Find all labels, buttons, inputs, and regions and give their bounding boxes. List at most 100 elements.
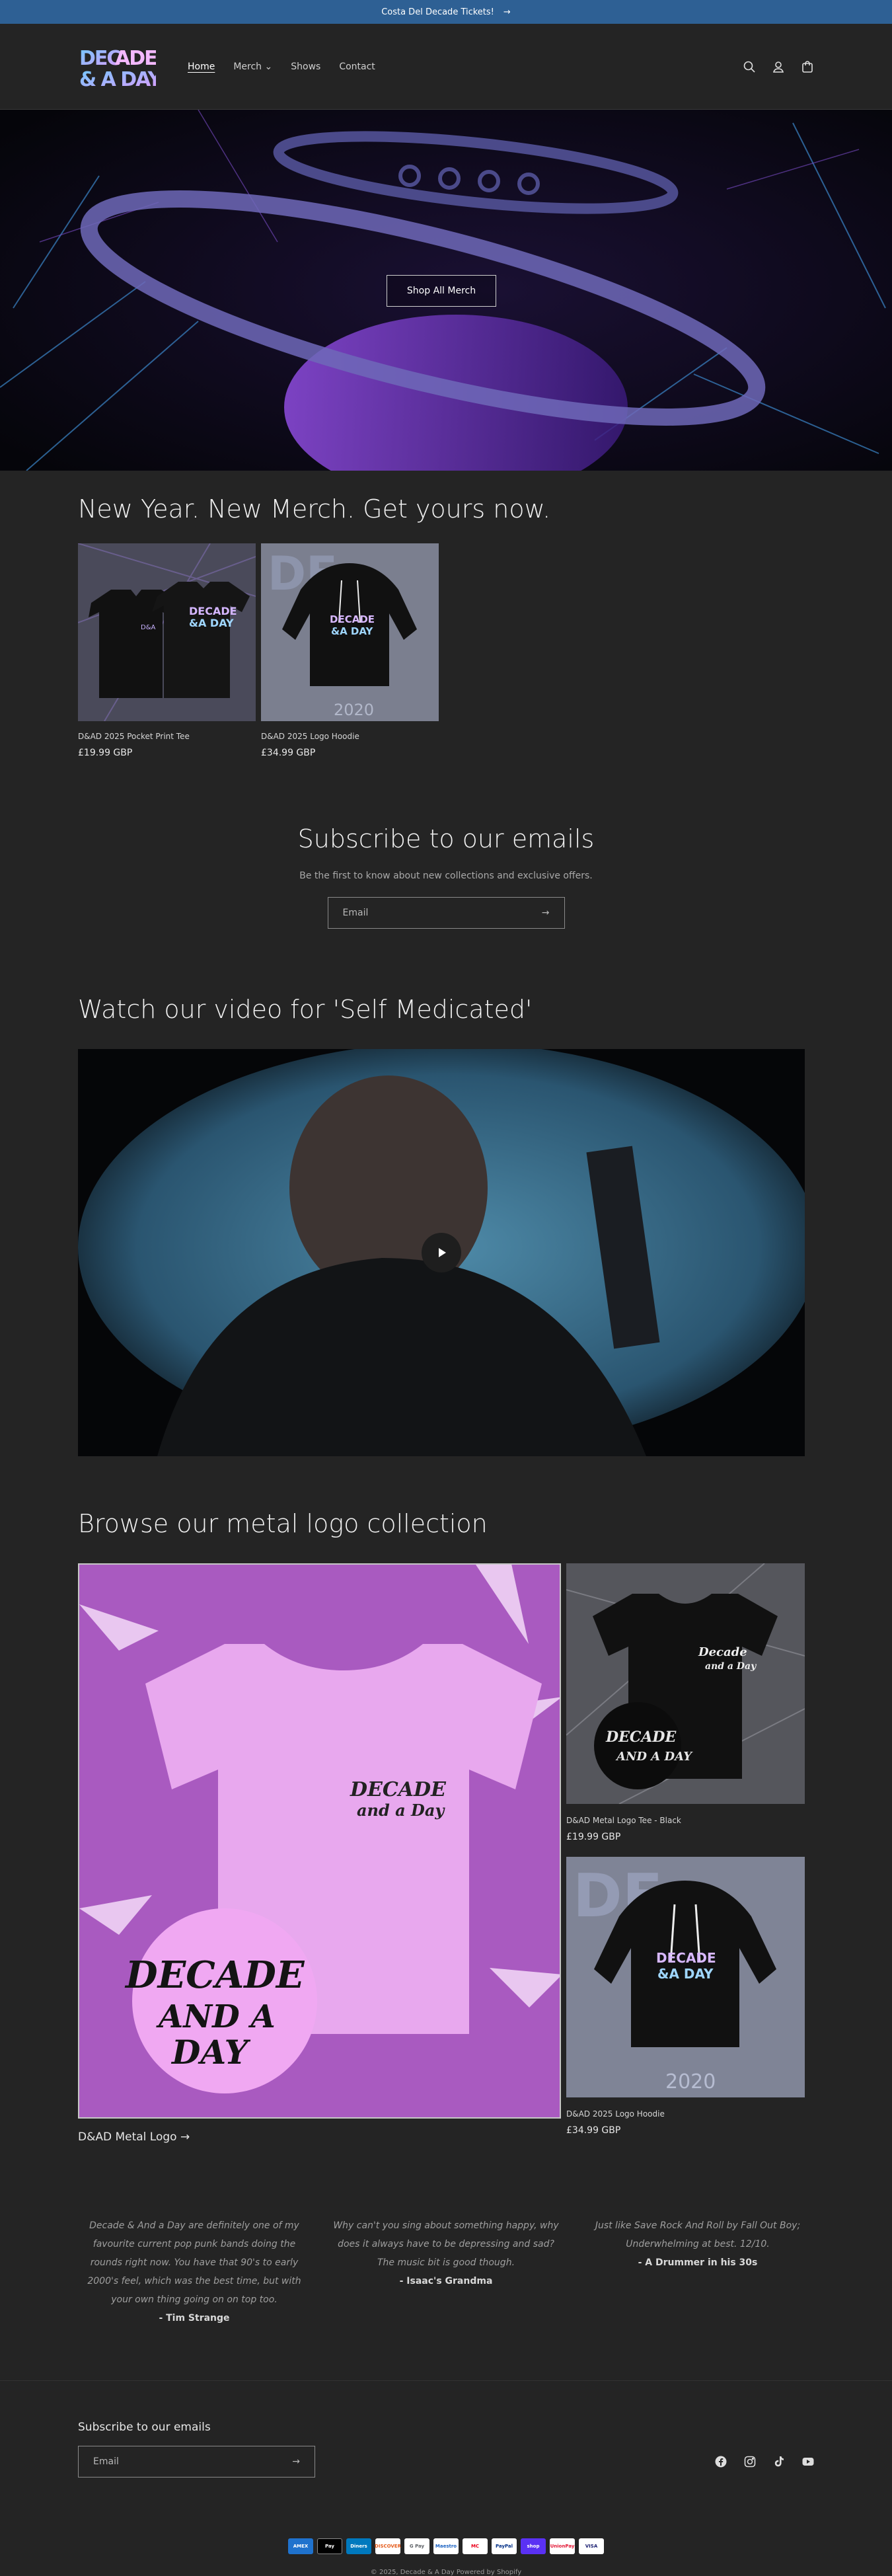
product-price: £34.99 GBP	[566, 2125, 621, 2136]
announcement-bar[interactable]: Costa Del Decade Tickets! →	[0, 0, 892, 24]
svg-text:ADE: ADE	[115, 47, 156, 70]
svg-text:DECADE: DECADE	[605, 1729, 677, 1746]
product-image[interactable]: Decade and a Day DECADE AND A DAY	[566, 1563, 805, 1804]
svg-text:D&A: D&A	[141, 624, 155, 631]
testimonial: Why can't you sing about something happy…	[330, 2216, 562, 2327]
testimonials: Decade & And a Day are definitely one of…	[0, 2216, 892, 2327]
newsletter-text: Be the first to know about new collectio…	[299, 871, 593, 881]
svg-text:2020: 2020	[665, 2070, 716, 2093]
nav-merch[interactable]: Merch ⌄	[233, 61, 272, 72]
product-image[interactable]: DE 2020 DECADE &A DAY	[566, 1857, 805, 2097]
brand-logo[interactable]: DEC ADE & A DAY	[78, 44, 156, 90]
product-image[interactable]: D&A DECADE &A DAY	[78, 543, 256, 721]
testimonial-quote: Decade & And a Day are definitely one of…	[87, 2220, 301, 2305]
collection-card[interactable]: DECADE and a Day DECADE AND A DAY D&AD M…	[78, 1563, 561, 2144]
payment-icons: AMEX Pay Diners DISCOVER G Pay Maestro M…	[78, 2538, 814, 2554]
testimonial-quote: Why can't you sing about something happy…	[333, 2220, 559, 2268]
header-icons	[743, 60, 814, 73]
play-button[interactable]	[422, 1233, 461, 1272]
collection-heading: Browse our metal logo collection	[78, 1509, 488, 1538]
svg-text:DECADE: DECADE	[330, 613, 375, 625]
visa-icon: VISA	[579, 2538, 604, 2554]
svg-text:DECADE: DECADE	[189, 605, 237, 617]
svg-text:DECADE: DECADE	[124, 1953, 305, 1997]
svg-text:DAY: DAY	[170, 2033, 251, 2072]
product-price: £34.99 GBP	[261, 748, 316, 758]
newsletter-email-input[interactable]: Email →	[327, 897, 565, 929]
email-placeholder[interactable]: Email	[93, 2456, 119, 2467]
announcement-text[interactable]: Costa Del Decade Tickets!	[381, 7, 494, 17]
diners-club-icon: Diners	[346, 2538, 371, 2554]
svg-text:&A DAY: &A DAY	[189, 617, 234, 629]
product-title[interactable]: D&AD 2025 Pocket Print Tee	[78, 732, 256, 741]
product-image[interactable]: DE 2020 DECADE &A DAY	[261, 543, 439, 721]
nav-merch-label[interactable]: Merch	[233, 61, 262, 72]
newsletter-heading: Subscribe to our emails	[297, 824, 595, 853]
site-header: DEC ADE & A DAY Home Merch ⌄ Shows Conta…	[0, 24, 892, 110]
chevron-down-icon: ⌄	[264, 61, 273, 72]
video-heading: Watch our video for 'Self Medicated'	[78, 995, 533, 1024]
instagram-icon[interactable]	[744, 2456, 756, 2468]
arrow-right-icon[interactable]: →	[542, 908, 550, 918]
collection-link[interactable]: D&AD Metal Logo →	[78, 2130, 561, 2144]
play-icon	[439, 1248, 446, 1257]
svg-text:& A DAY: & A DAY	[79, 68, 156, 90]
product-title[interactable]: D&AD 2025 Logo Hoodie	[566, 2109, 805, 2119]
product-card[interactable]: D&A DECADE &A DAY D&AD 2025 Pocket Print…	[78, 543, 256, 758]
tiktok-icon[interactable]	[773, 2456, 785, 2468]
video-section: Watch our video for 'Self Medicated'	[0, 929, 892, 1456]
testimonial: Decade & And a Day are definitely one of…	[78, 2216, 311, 2327]
testimonial-author: - Isaac's Grandma	[399, 2276, 493, 2286]
unionpay-icon: UnionPay	[550, 2538, 575, 2554]
product-card[interactable]: DE 2020 DECADE &A DAY D&AD 2025 Logo Hoo…	[566, 1857, 805, 2136]
arrow-right-icon: →	[503, 7, 511, 17]
product-card[interactable]: Decade and a Day DECADE AND A DAY D&AD M…	[566, 1563, 805, 1842]
product-price: £19.99 GBP	[78, 748, 133, 758]
maestro-icon: Maestro	[433, 2538, 459, 2554]
svg-text:and a Day: and a Day	[705, 1661, 757, 1672]
svg-text:&A DAY: &A DAY	[657, 1966, 714, 1982]
svg-text:2020: 2020	[334, 701, 374, 719]
search-icon[interactable]	[743, 60, 756, 73]
testimonial-author: - Tim Strange	[159, 2313, 230, 2323]
social-links	[715, 2456, 814, 2468]
collection-image[interactable]: DECADE and a Day DECADE AND A DAY	[78, 1563, 561, 2119]
arrow-right-icon[interactable]: →	[292, 2456, 300, 2467]
shop-pay-icon: shop	[521, 2538, 546, 2554]
email-placeholder[interactable]: Email	[343, 908, 369, 918]
nav-home[interactable]: Home	[188, 61, 215, 72]
svg-text:and a Day: and a Day	[357, 1801, 445, 1820]
site-footer: Subscribe to our emails Email → AMEX Pay…	[0, 2380, 892, 2576]
footer-email-input[interactable]: Email →	[78, 2446, 315, 2478]
featured-products: New Year. New Merch. Get yours now. D&A …	[0, 471, 892, 758]
hero-banner: Shop All Merch	[0, 110, 892, 471]
product-grid: D&A DECADE &A DAY D&AD 2025 Pocket Print…	[78, 543, 814, 758]
shop-all-merch-button[interactable]: Shop All Merch	[387, 275, 496, 307]
account-icon[interactable]	[772, 60, 785, 73]
svg-text:&A DAY: &A DAY	[331, 625, 374, 637]
product-price: £19.99 GBP	[566, 1832, 621, 1842]
nav-shows[interactable]: Shows	[291, 61, 320, 72]
testimonial-quote: Just like Save Rock And Roll by Fall Out…	[595, 2220, 801, 2249]
testimonial-author: - A Drummer in his 30s	[638, 2257, 758, 2268]
svg-text:AND A: AND A	[156, 1998, 276, 2035]
featured-heading: New Year. New Merch. Get yours now.	[78, 494, 551, 524]
cart-icon[interactable]	[801, 60, 814, 73]
facebook-icon[interactable]	[715, 2456, 727, 2468]
footer-subscribe-heading: Subscribe to our emails	[78, 2421, 211, 2434]
apple-pay-icon: Pay	[317, 2538, 342, 2554]
collection-grid: DECADE and a Day DECADE AND A DAY D&AD M…	[78, 1563, 814, 2144]
paypal-icon: PayPal	[492, 2538, 517, 2554]
product-title[interactable]: D&AD Metal Logo Tee - Black	[566, 1816, 805, 1825]
youtube-icon[interactable]	[802, 2456, 814, 2468]
collection-products: Decade and a Day DECADE AND A DAY D&AD M…	[566, 1563, 805, 2144]
copyright[interactable]: © 2025, Decade & A Day Powered by Shopif…	[78, 2569, 814, 2576]
main-nav: Home Merch ⌄ Shows Contact	[188, 61, 375, 72]
amex-icon: AMEX	[288, 2538, 313, 2554]
nav-contact[interactable]: Contact	[339, 61, 375, 72]
product-card[interactable]: DE 2020 DECADE &A DAY D&AD 2025 Logo Hoo…	[261, 543, 439, 758]
svg-text:DECADE: DECADE	[350, 1778, 447, 1801]
product-title[interactable]: D&AD 2025 Logo Hoodie	[261, 732, 439, 741]
video-player[interactable]	[78, 1049, 805, 1456]
google-pay-icon: G Pay	[404, 2538, 429, 2554]
